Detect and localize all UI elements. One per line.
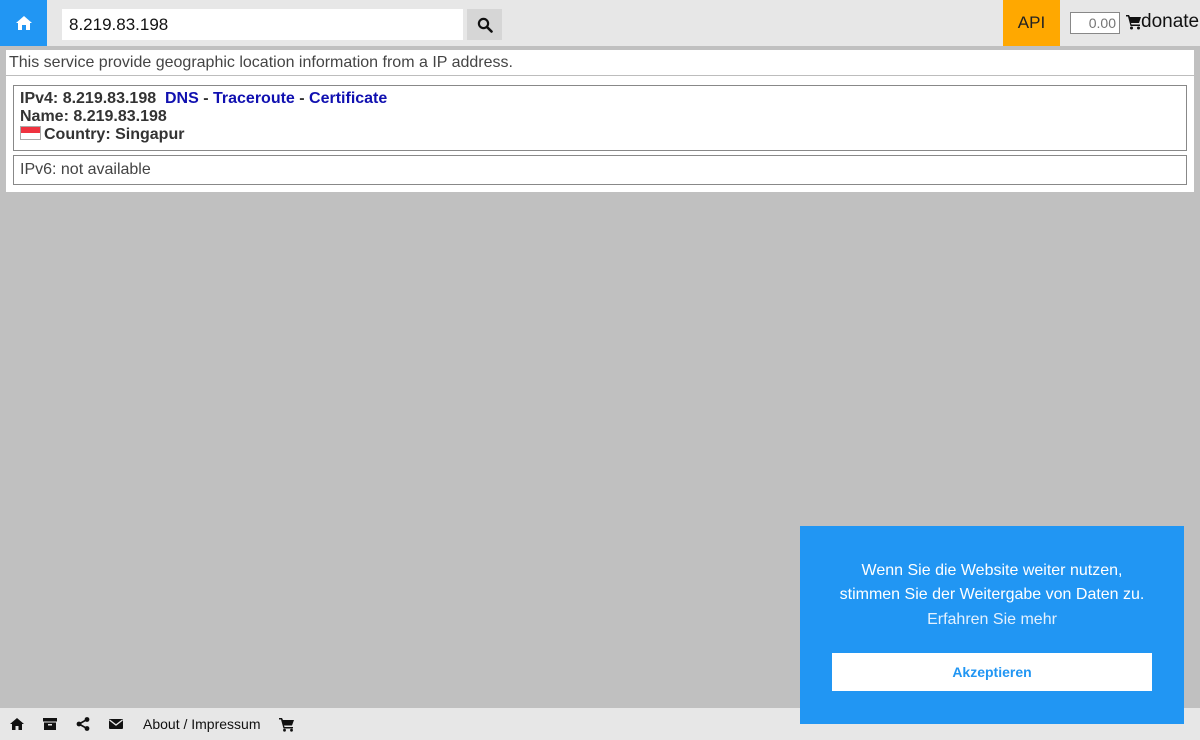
country-line: Country: Singapur <box>44 126 185 143</box>
ipv6-line: IPv6: not available <box>20 161 151 178</box>
cookie-message-line-1: Wenn Sie die Website weiter nutzen, <box>861 562 1123 579</box>
api-button[interactable]: API <box>1003 0 1060 46</box>
ipv4-line: IPv4: 8.219.83.198 DNS - Traceroute - Ce… <box>20 90 1180 108</box>
name-line: Name: 8.219.83.198 <box>20 108 167 125</box>
learn-more-link[interactable]: Erfahren Sie mehr <box>800 611 1184 629</box>
cookie-message-line-2: stimmen Sie der Weitergabe von Daten zu. <box>839 586 1145 603</box>
search-button[interactable] <box>467 9 502 40</box>
link-separator: - <box>198 90 213 107</box>
ipv4-result-box: IPv4: 8.219.83.198 DNS - Traceroute - Ce… <box>13 85 1187 151</box>
traceroute-link[interactable]: Traceroute <box>213 90 295 107</box>
cart-icon[interactable] <box>279 716 295 732</box>
home-icon[interactable] <box>9 716 25 732</box>
certificate-link[interactable]: Certificate <box>309 90 387 107</box>
ip-search-input[interactable] <box>62 9 463 40</box>
about-impressum-link[interactable]: About / Impressum <box>143 716 261 732</box>
home-button[interactable] <box>0 0 47 46</box>
singapore-flag-icon <box>20 126 41 140</box>
cart-icon <box>1126 15 1141 30</box>
ipv4-label: IPv4: 8.219.83.198 <box>20 90 157 107</box>
home-icon <box>15 16 32 30</box>
envelope-icon[interactable] <box>108 716 124 732</box>
search-icon <box>477 17 493 33</box>
archive-icon[interactable] <box>42 716 58 732</box>
country-line-wrapper: Country: Singapur <box>20 126 1180 144</box>
donate-link[interactable]: donate <box>1141 11 1199 33</box>
cookie-consent-banner: Wenn Sie die Website weiter nutzen, stim… <box>800 526 1184 724</box>
dns-link[interactable]: DNS <box>165 90 199 107</box>
cookie-message: Wenn Sie die Website weiter nutzen, stim… <box>800 559 1184 607</box>
link-separator: - <box>294 90 310 107</box>
result-panel: This service provide geographic location… <box>6 50 1194 192</box>
donate-amount-input[interactable] <box>1070 12 1120 34</box>
service-description: This service provide geographic location… <box>9 54 513 71</box>
ipv6-result-box: IPv6: not available <box>13 155 1187 185</box>
divider <box>6 75 1194 76</box>
accept-cookies-button[interactable]: Akzeptieren <box>832 653 1152 691</box>
share-icon[interactable] <box>75 716 91 732</box>
top-bar: API donate <box>0 0 1200 46</box>
